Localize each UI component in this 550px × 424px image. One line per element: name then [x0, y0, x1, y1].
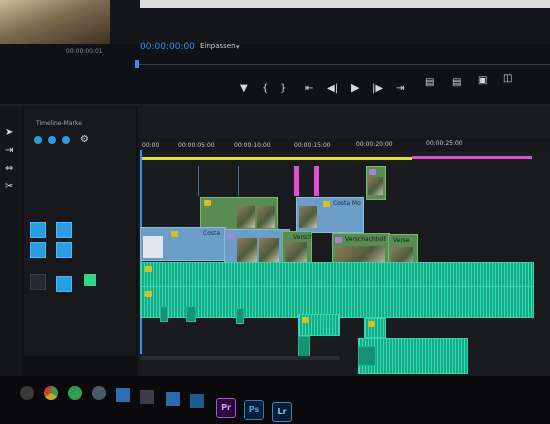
add-marker-icon[interactable]: ▼ [240, 84, 248, 94]
source-timecode: 00:00:00:01 [66, 48, 103, 55]
ruler-label-5s: 00:00:05:00 [178, 142, 215, 149]
timeline-marker[interactable] [294, 166, 299, 196]
timeline-scrollbar[interactable] [140, 356, 340, 360]
clip-thumbnail [237, 206, 255, 228]
work-area-bar[interactable] [142, 157, 412, 160]
fx-badge-icon [369, 169, 376, 175]
clip-label: Versch [293, 234, 314, 241]
video-clip[interactable] [366, 166, 386, 200]
step-forward-icon[interactable]: |▶ [372, 84, 383, 94]
premiere-pro-icon[interactable]: Pr [216, 398, 236, 418]
monitor-scrubber[interactable] [136, 64, 550, 65]
fx-badge-icon [323, 201, 330, 207]
video-clip[interactable] [224, 229, 290, 265]
video-clip-costa-mo[interactable]: Costa Mo [296, 197, 364, 233]
clip-thumbnail [257, 206, 275, 228]
ruler-label-10s: 00:00:10:00 [234, 142, 271, 149]
ripple-edit-tool-icon[interactable]: ⇔ [5, 164, 13, 174]
track-target-v1[interactable] [30, 242, 46, 258]
ruler-label-25s: 00:00:25:00 [426, 140, 463, 147]
track-target-v3[interactable] [30, 222, 46, 238]
fx-badge-icon [302, 317, 309, 323]
video-clip-costa[interactable]: Costa [140, 227, 226, 261]
chrome-icon[interactable] [44, 386, 58, 400]
audio-clip[interactable] [298, 314, 340, 336]
linked-selection-icon[interactable] [48, 136, 56, 144]
premiere-timeline-screen: 00:00:00:01 00:00:00:00 Einpassen ▾ ▼ { … [0, 0, 550, 424]
photoshop-icon[interactable]: Ps [244, 400, 264, 420]
program-timecode[interactable]: 00:00:00:00 [140, 42, 195, 52]
fx-badge-icon [145, 266, 152, 272]
lightroom-icon[interactable]: Lr [272, 402, 292, 422]
audio-clip[interactable] [160, 306, 168, 322]
monitor-preview-image [0, 0, 110, 44]
wrench-icon[interactable]: ⚙ [80, 135, 89, 145]
app-icon[interactable] [92, 386, 106, 400]
app-icon[interactable] [116, 388, 130, 402]
lift-icon[interactable]: ▤ [425, 78, 434, 88]
work-area-bar-pink[interactable] [412, 156, 532, 159]
track-target-a2[interactable] [56, 276, 72, 292]
ruler-label-15s: 00:00:15:00 [294, 142, 331, 149]
app-icon[interactable] [20, 386, 34, 400]
play-icon[interactable]: ▶ [351, 82, 359, 93]
program-monitor-frame [140, 0, 550, 8]
step-back-icon[interactable]: ◀| [327, 84, 338, 94]
audio-clip[interactable] [186, 306, 196, 322]
fx-badge-icon [368, 321, 375, 327]
app-icon[interactable] [140, 390, 154, 404]
track-select-tool-icon[interactable]: ⇥ [5, 146, 13, 156]
audio-clip[interactable] [364, 318, 386, 338]
audio-clip[interactable] [236, 308, 244, 324]
mark-in-icon[interactable]: { [262, 84, 268, 94]
fx-badge-icon [204, 200, 211, 206]
clip-label: Verse [393, 237, 410, 244]
mark-out-icon[interactable]: } [280, 84, 286, 94]
clip-label: Costa Mo [333, 200, 361, 207]
whatsapp-icon[interactable] [68, 386, 82, 400]
sequence-tab[interactable]: Timeline-Marke [36, 120, 82, 127]
audio-clip[interactable] [358, 346, 376, 366]
export-frame-icon[interactable]: ▣ [478, 76, 487, 86]
audio-clip[interactable] [298, 336, 310, 358]
app-icon[interactable] [190, 394, 204, 408]
snap-icon[interactable] [34, 136, 42, 144]
ruler-label-0: 00:00 [142, 142, 160, 149]
fx-badge-icon [335, 237, 342, 243]
selection-tool-icon[interactable]: ➤ [5, 128, 13, 138]
extract-icon[interactable]: ▤ [452, 78, 461, 88]
clip-label: Verschachtelt [345, 236, 386, 243]
add-marker-timeline-icon[interactable] [62, 136, 70, 144]
edit-line [198, 166, 199, 196]
clip-thumbnail [299, 206, 317, 228]
fx-badge-icon [227, 233, 234, 239]
fx-badge-icon [171, 231, 178, 237]
fx-badge-icon [145, 291, 152, 297]
track-target-v1b[interactable] [56, 242, 72, 258]
clip-thumbnail [368, 177, 383, 195]
razor-tool-icon[interactable]: ✂ [5, 182, 13, 192]
app-icon[interactable] [166, 392, 180, 406]
fit-dropdown[interactable]: Einpassen [200, 42, 236, 50]
button-editor-icon[interactable]: ◫ [503, 74, 512, 84]
chevron-down-icon[interactable]: ▾ [236, 43, 240, 51]
audio-clip-music[interactable] [140, 262, 534, 288]
track-target-a1[interactable] [30, 274, 46, 290]
clip-label: Costa [203, 230, 221, 237]
ruler-label-20s: 00:00:20:00 [356, 141, 393, 148]
go-to-in-icon[interactable]: ⇤ [305, 84, 313, 94]
clip-thumbnail [259, 238, 279, 262]
go-to-out-icon[interactable]: ⇥ [396, 84, 404, 94]
edit-line [238, 166, 239, 196]
clip-thumbnail [143, 236, 163, 258]
track-target-v2[interactable] [56, 222, 72, 238]
timeline-marker[interactable] [314, 166, 319, 196]
clip-thumbnail [237, 238, 257, 262]
clip-thumbnail [285, 242, 307, 264]
mute-button-a1[interactable] [84, 274, 96, 286]
playhead-handle[interactable] [135, 60, 139, 68]
